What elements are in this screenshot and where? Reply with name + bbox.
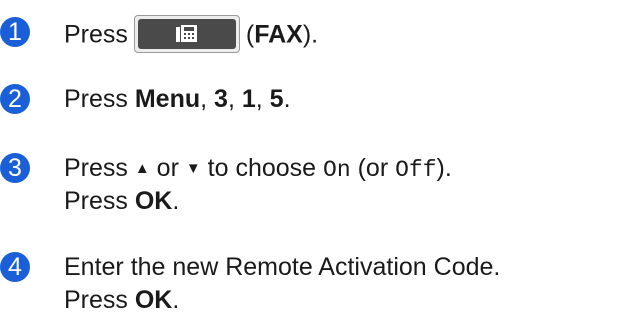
step-text: Press (FAX). <box>64 15 318 55</box>
off-option: Off <box>395 157 437 183</box>
key-3: 3 <box>214 85 228 113</box>
step-text-line-2: Press OK. <box>64 187 180 215</box>
press-text: Press <box>64 20 128 49</box>
step-text-line-1: Enter the new Remote Activation Code. <box>64 253 501 281</box>
step-text-line-2: Press OK. <box>64 286 180 314</box>
ok-key: OK <box>134 286 173 314</box>
key-1: 1 <box>241 85 256 113</box>
step-text: Press Menu, 3, 1, 5. <box>64 85 291 113</box>
fax-button <box>133 15 240 53</box>
ok-key: OK <box>134 187 173 215</box>
step-text-line-1: Press ▲ or ▼ to choose On (or Off). <box>64 154 452 183</box>
key-5: 5 <box>269 85 284 113</box>
step-number-badge: 3 <box>0 153 30 183</box>
down-arrow-icon: ▼ <box>185 160 201 177</box>
on-option: On <box>323 157 351 183</box>
step-number-badge: 2 <box>0 84 30 114</box>
step-number-badge: 1 <box>0 17 30 47</box>
fax-label: FAX <box>254 20 303 49</box>
fax-icon <box>175 25 197 42</box>
step-number-badge: 4 <box>0 252 30 282</box>
up-arrow-icon: ▲ <box>134 160 150 177</box>
menu-key: Menu <box>134 85 201 113</box>
